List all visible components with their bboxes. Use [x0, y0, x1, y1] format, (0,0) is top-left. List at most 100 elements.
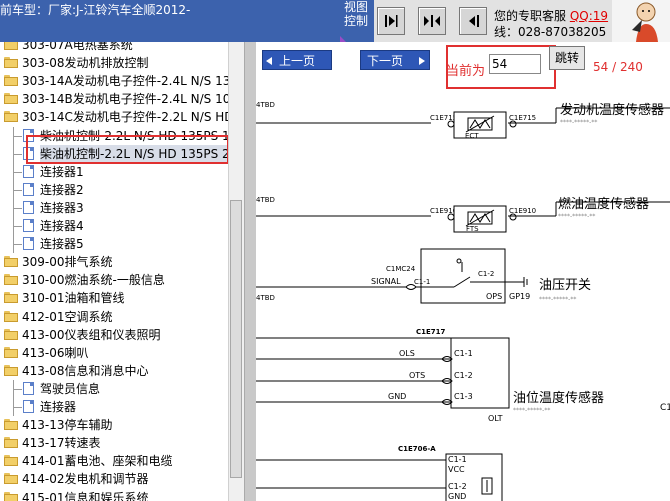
tree-item-page[interactable]: 连接器3 — [0, 198, 228, 217]
scrollbar-thumb[interactable] — [230, 200, 242, 478]
bar-arrow-right-icon — [385, 15, 398, 27]
folder-icon — [4, 310, 18, 322]
tree-item-folder[interactable]: 414-01蓄电池、座架和电缆 — [0, 452, 228, 470]
prev-page-label: 上一页 — [279, 54, 316, 68]
tree-item-label: 连接器4 — [40, 219, 84, 233]
support-phone: 线：028-87038205 — [494, 25, 607, 39]
signal-label: SIGNAL — [371, 277, 401, 286]
view-control-label: 视图 控制 — [343, 0, 368, 28]
support-avatar — [612, 0, 670, 42]
tree-item-folder[interactable]: 412-01空调系统 — [0, 308, 228, 326]
support-text: 您的专职客服 — [494, 9, 567, 23]
tree-item-page[interactable]: 连接器4 — [0, 217, 228, 235]
tree-item-folder[interactable]: 414-02发电机和调节器 — [0, 470, 228, 488]
folder-icon — [4, 75, 18, 87]
split-arrows-icon — [424, 15, 440, 27]
tree-item-label: 413-00仪表组和仪表照明 — [22, 327, 161, 342]
component-name: 油压开关 — [539, 278, 591, 293]
oil-pressure-switch: 4TBD C1MC24 SIGNAL C1-1 C1-2 OPS GP19 油压… — [256, 248, 591, 304]
pin-name: GND — [448, 492, 466, 501]
tree-item-folder[interactable]: 303-14B发动机电子控件-2.4L N/S 100 — [0, 90, 228, 108]
part-number: ****-*****-** — [539, 296, 576, 303]
tree-connector-line — [13, 180, 14, 199]
collapse-left-button[interactable] — [377, 7, 405, 35]
tree-item-label: 驾驶员信息 — [40, 381, 101, 396]
split-view-button[interactable] — [418, 7, 446, 35]
part-number: ****-*****-** — [513, 407, 550, 414]
page-toolbar: 上一页 下一页 当前为 跳转 54 / 240 — [256, 42, 670, 94]
arrow-left-bar-icon — [469, 15, 479, 27]
tree-item-folder[interactable]: 413-08信息和消息中心 — [0, 362, 228, 380]
connector-label: C1MC24 — [386, 265, 416, 273]
prev-page-button[interactable]: 上一页 — [262, 50, 332, 70]
expand-right-button[interactable] — [459, 7, 487, 35]
tree-item-folder[interactable]: 310-00燃油系统-一般信息 — [0, 271, 228, 289]
pin-label: C1-2 — [454, 371, 473, 380]
tree-item-label: 310-00燃油系统-一般信息 — [22, 273, 165, 288]
document-icon — [23, 237, 34, 251]
tree-item-folder[interactable]: 303-08发动机排放控制 — [0, 54, 228, 72]
pin-name: GND — [388, 392, 406, 401]
tree-connector-line — [13, 398, 14, 416]
folder-icon — [4, 346, 18, 358]
tree-item-folder[interactable]: 310-01油箱和管线 — [0, 289, 228, 307]
tree-item-folder[interactable]: 303-07A电热塞系统 — [0, 42, 228, 54]
tree-connector-line — [13, 171, 22, 173]
tree-item-page[interactable]: 连接器2 — [0, 180, 228, 199]
component-name: 油位温度传感器 — [513, 390, 604, 406]
document-icon — [23, 200, 34, 214]
edge-label: C1 — [660, 403, 670, 413]
top-bar: 前车型：厂家:J-江铃汽车全顺2012- 视图 控制 您的专职客服 QQ:19 … — [0, 0, 670, 42]
page-number-input[interactable] — [489, 54, 541, 74]
tree-item-label: 414-01蓄电池、座架和电缆 — [22, 454, 173, 469]
part-number: ****-*****-** — [560, 119, 597, 126]
tree-connector-line — [13, 244, 22, 246]
left-arrow-icon — [266, 57, 272, 65]
page-count: 54 / 240 — [593, 60, 643, 74]
tree-scrollbar[interactable] — [228, 42, 244, 501]
tree-item-folder[interactable]: 413-17转速表 — [0, 434, 228, 452]
window-title: 前车型：厂家:J-江铃汽车全顺2012- — [0, 0, 338, 42]
next-page-button[interactable]: 下一页 — [360, 50, 430, 70]
document-icon — [23, 400, 34, 413]
tree-item-label: 连接器5 — [40, 237, 84, 252]
tree-item-folder[interactable]: 413-06喇叭 — [0, 344, 228, 362]
tree-item-label: 413-13停车辅助 — [22, 418, 113, 433]
tree-item-folder[interactable]: 415-01信息和娱乐系统 — [0, 489, 228, 501]
jump-button[interactable]: 跳转 — [549, 46, 585, 70]
tree-item-label: 415-01信息和娱乐系统 — [22, 490, 149, 501]
folder-icon — [4, 491, 18, 501]
category-tree: 303-07A电热塞系统 303-08发动机排放控制 303-14A发动机电子控件-… — [0, 42, 228, 501]
component-code: OLT — [488, 414, 503, 423]
tree-item-folder[interactable]: 303-14A发动机电子控件-2.4L N/S 135 — [0, 72, 228, 90]
tree-item-folder[interactable]: 413-13停车辅助 — [0, 416, 228, 434]
folder-icon — [4, 292, 18, 304]
ground-label: GP19 — [509, 292, 530, 301]
part-number: ****-*****-** — [558, 213, 595, 220]
pane-splitter[interactable] — [244, 42, 256, 501]
view-control-button[interactable]: 视图 控制 — [338, 0, 374, 42]
tree-item-label: 414-02发电机和调节器 — [22, 472, 149, 487]
wiring-schematic: 4TBD C1E715 C1E715 ECT 发动机温度传感器 ****-***… — [256, 101, 670, 501]
tree-item-label: 309-00排气系统 — [22, 255, 113, 270]
tree-item-folder[interactable]: 413-00仪表组和仪表照明 — [0, 326, 228, 344]
pin-label: C1E910 — [430, 207, 457, 215]
tree-connector-line — [13, 135, 22, 137]
document-icon — [23, 164, 34, 178]
tree-item-folder[interactable]: 309-00排气系统 — [0, 253, 228, 271]
tree-item-label: 连接器1 — [40, 164, 84, 179]
tree-connector-line — [13, 407, 22, 408]
support-qq-link[interactable]: QQ:19 — [570, 9, 608, 23]
folder-icon — [4, 364, 18, 376]
tree-item-page[interactable]: 连接器 — [0, 398, 228, 416]
service-agent-icon — [632, 2, 658, 42]
tree-item-folder[interactable]: 303-14C发动机电子控件-2.2L N/S HD — [0, 108, 228, 126]
tree-item-page[interactable]: 驾驶员信息 — [0, 379, 228, 398]
connector-label: C1E706-A — [398, 445, 436, 453]
tree-item-label: 310-01油箱和管线 — [22, 291, 125, 306]
document-icon — [23, 219, 34, 232]
engine-temp-sensor: 4TBD C1E715 C1E715 ECT 发动机温度传感器 ****-***… — [256, 101, 670, 140]
tree-item-page[interactable]: 连接器1 — [0, 162, 228, 181]
tree-item-page[interactable]: 连接器5 — [0, 235, 228, 254]
pin-label: C1E715 — [430, 114, 457, 122]
